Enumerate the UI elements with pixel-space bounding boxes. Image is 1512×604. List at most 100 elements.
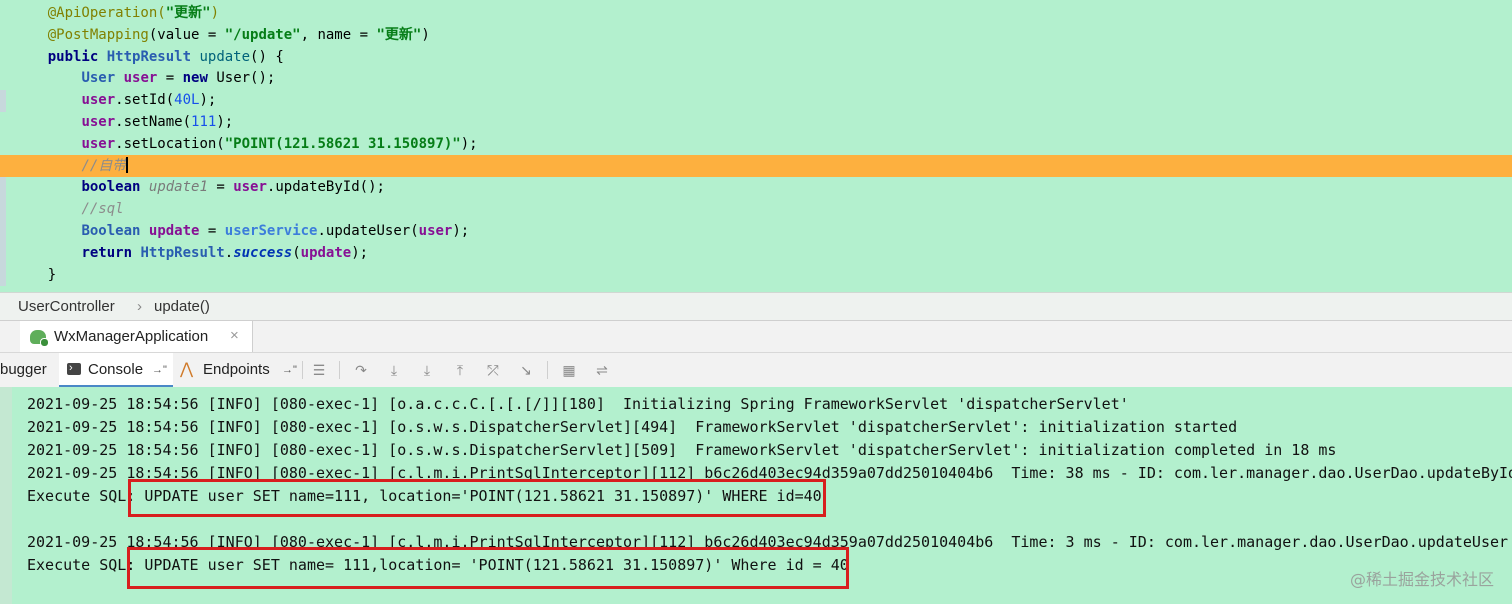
code-line[interactable]: User user = new User(); [0,67,1512,89]
code-token: .setId( [115,92,175,109]
toolbar-separator [339,361,340,379]
code-line-content: } [0,267,56,283]
step-over-icon[interactable]: ↷ [352,362,370,378]
console-icon-glyph: › [69,362,73,374]
close-icon[interactable]: × [230,327,239,344]
code-line-content: return HttpResult.success(update); [0,245,368,261]
endpoints-icon: ⋀ [180,361,194,378]
step-out-icon[interactable]: ⤒ [451,362,469,378]
console-output[interactable]: 2021-09-25 18:54:56 [INFO] [080-exec-1] … [0,387,1512,604]
breadcrumb: UserController › update() [0,292,1512,321]
run-tab-wxmanagerapplication[interactable]: WxManagerApplication × [20,321,253,353]
menu-icon[interactable]: ☰ [310,362,328,378]
console-line: 2021-09-25 18:54:56 [INFO] [080-exec-1] … [27,395,1129,413]
annotation-box [127,547,849,589]
code-token: HttpResult [140,244,225,261]
code-token: user [123,70,158,87]
code-line[interactable]: boolean update1 = user.updateById(); [0,176,1512,198]
code-token: ); [351,244,369,261]
console-line: 2021-09-25 18:54:56 [INFO] [080-exec-1] … [27,441,1337,459]
code-token: ) [421,26,430,43]
code-token: User [81,70,116,87]
code-line[interactable]: @ApiOperation("更新") [0,2,1512,24]
code-line[interactable]: } [0,264,1512,286]
tab-console-label: Console [88,361,144,378]
code-token: new [182,70,208,87]
code-token: user [81,114,116,130]
watermark: @稀土掘金技术社区 [1349,570,1494,589]
breadcrumb-separator: › [137,298,142,315]
spring-boot-icon [30,330,49,347]
code-editor[interactable]: @ApiOperation("更新") @PostMapping(value =… [0,0,1512,292]
code-token: ); [216,114,234,130]
code-token: return [81,244,133,261]
code-token: ) [210,5,220,21]
code-token: User(); [207,70,276,87]
code-token: update [300,244,352,261]
breadcrumb-method[interactable]: update() [154,293,210,321]
code-line-content: @ApiOperation("更新") [0,5,219,21]
pin-icon[interactable]: →" [152,353,167,387]
code-token: ); [460,135,478,152]
tab-console[interactable]: › Console →" [59,353,173,387]
code-line[interactable]: Boolean update = userService.updateUser(… [0,220,1512,242]
code-token: boolean [81,179,141,196]
tab-endpoints[interactable]: ⋀ Endpoints →" [176,353,300,387]
tab-debugger[interactable]: bugger [0,353,58,387]
toolbar-separator [302,361,303,379]
code-line-content: @PostMapping(value = "/update", name = "… [0,27,430,43]
code-token: = [199,223,225,239]
code-line[interactable]: public HttpResult update() { [0,46,1512,68]
code-token: } [14,266,57,283]
code-line[interactable]: //自带 [0,154,1512,177]
code-line[interactable]: user.setLocation("POINT(121.58621 31.150… [0,133,1512,155]
code-token: .updateById(); [266,179,385,196]
code-line-content: user.setLocation("POINT(121.58621 31.150… [0,135,478,152]
code-token: "/update" [224,26,301,43]
console-gutter [0,387,12,604]
code-token: , name = [300,26,377,43]
code-token: () { [250,48,284,65]
code-token: HttpResult [106,48,192,65]
code-line-content: public HttpResult update() { [0,49,284,65]
trace-icon[interactable]: ⇌ [593,362,611,378]
code-line[interactable]: //sql [0,198,1512,220]
code-token: (value = [148,26,225,43]
code-token: update [148,223,200,239]
pin-icon[interactable]: →" [282,353,297,387]
code-line[interactable]: @PostMapping(value = "/update", name = "… [0,24,1512,46]
step-into-icon[interactable]: ⤓ [385,362,403,378]
code-line-content: Boolean update = userService.updateUser(… [0,223,469,239]
code-token: "更新" [376,26,422,43]
text-caret [126,156,129,173]
code-token: ); [199,92,217,109]
breadcrumb-class[interactable]: UserController [18,293,115,321]
evaluate-icon[interactable]: ▦ [560,362,578,378]
code-token: //sql [81,201,124,218]
code-token: ); [452,223,470,239]
code-line[interactable]: user.setId(40L); [0,89,1512,111]
force-step-into-icon[interactable]: ⤓ [418,362,436,378]
drop-frame-icon[interactable]: ⤱ [484,362,502,378]
code-token: ( [292,244,301,261]
code-line-content: boolean update1 = user.updateById(); [0,179,385,195]
code-line-content: user.setId(40L); [0,92,216,108]
code-token: update1 [148,179,208,196]
code-line[interactable]: user.setName(111); [0,111,1512,133]
code-line[interactable]: return HttpResult.success(update); [0,242,1512,264]
run-to-cursor-icon[interactable]: ↘ [517,362,535,378]
code-token: success [233,244,293,261]
